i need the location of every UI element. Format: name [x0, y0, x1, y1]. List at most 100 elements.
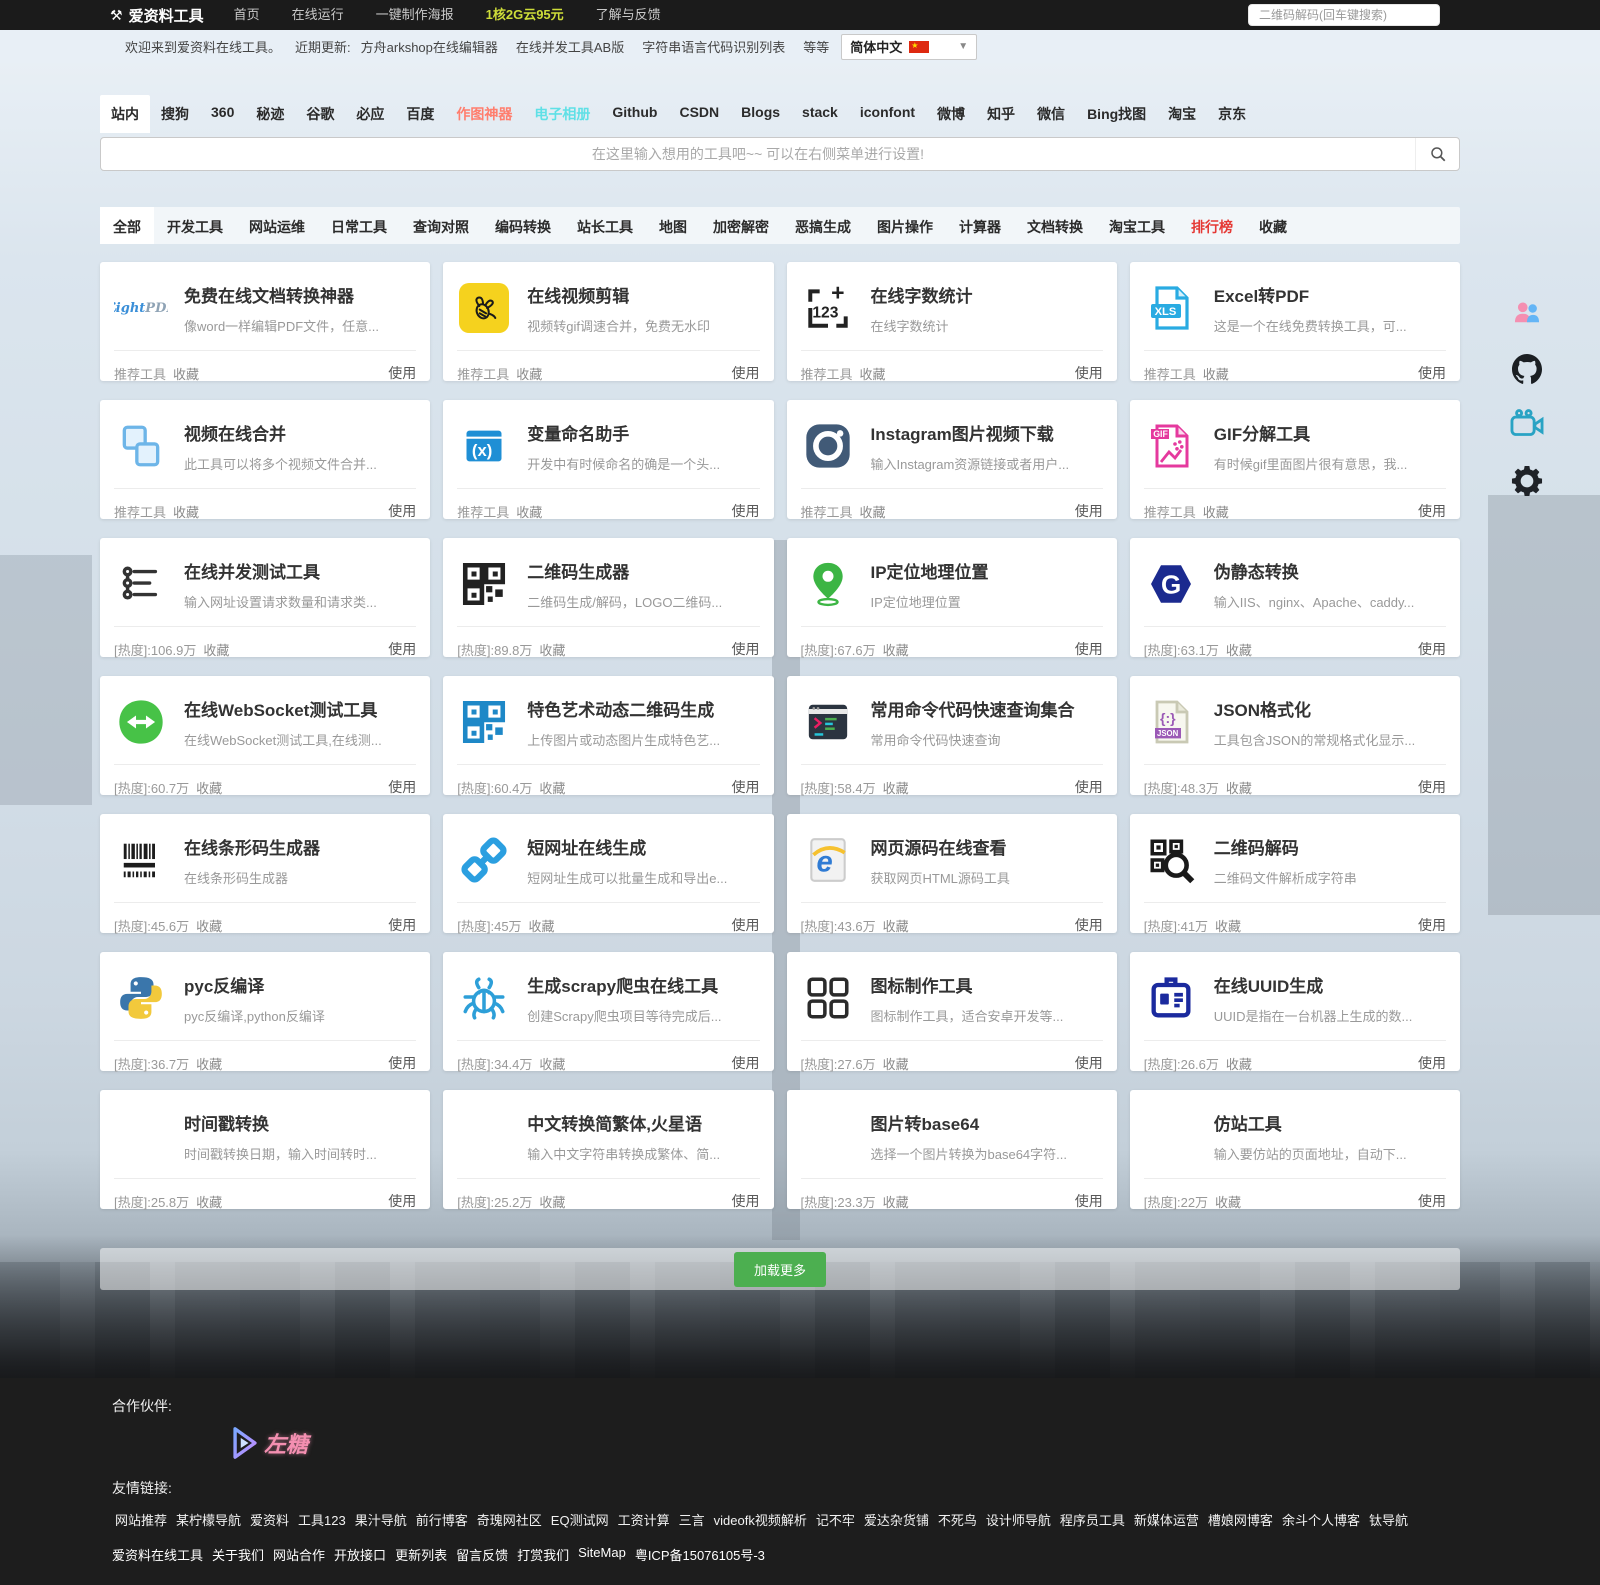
tool-card[interactable]: 特色艺术动态二维码生成上传图片或动态图片生成特色艺...[热度]:60.4万收藏…: [443, 676, 773, 795]
category-tab-计算器[interactable]: 计算器: [946, 207, 1014, 244]
use-link[interactable]: 使用: [1075, 501, 1103, 521]
use-link[interactable]: 使用: [388, 1191, 416, 1211]
tool-card[interactable]: pyc反编译pyc反编译,python反编译[热度]:36.7万收藏使用: [100, 952, 430, 1071]
favorite-link[interactable]: 收藏: [883, 640, 909, 659]
tool-card[interactable]: (x)变量命名助手开发中有时候命名的确是一个头...推荐工具收藏使用: [443, 400, 773, 519]
favorite-link[interactable]: 收藏: [1226, 1054, 1252, 1073]
category-tab-编码转换[interactable]: 编码转换: [482, 207, 564, 244]
tool-card[interactable]: 图片转base64选择一个图片转换为base64字符...[热度]:23.3万收…: [787, 1090, 1117, 1209]
favorite-link[interactable]: 收藏: [196, 1054, 222, 1073]
language-select[interactable]: 简体中文 ★ ▼: [841, 34, 977, 60]
engine-tab-秘迹[interactable]: 秘迹: [245, 95, 295, 133]
favorite-link[interactable]: 收藏: [173, 364, 199, 383]
tool-card[interactable]: 常用命令代码快速查询集合常用命令代码快速查询[热度]:58.4万收藏使用: [787, 676, 1117, 795]
category-tab-收藏[interactable]: 收藏: [1246, 207, 1300, 244]
use-link[interactable]: 使用: [1418, 1191, 1446, 1211]
partner-logo[interactable]: 左糖: [230, 1426, 308, 1460]
friend-link[interactable]: 余斗个人博客: [1282, 1510, 1360, 1529]
use-link[interactable]: 使用: [1418, 639, 1446, 659]
engine-tab-Github[interactable]: Github: [601, 95, 668, 133]
friend-link[interactable]: videofk视频解析: [714, 1510, 807, 1529]
friend-link[interactable]: EQ测试网: [551, 1510, 609, 1529]
category-tab-排行榜[interactable]: 排行榜: [1178, 207, 1246, 244]
category-tab-恶搞生成[interactable]: 恶搞生成: [782, 207, 864, 244]
tool-card[interactable]: 中文转换简繁体,火星语输入中文字符串转换成繁体、简...[热度]:25.2万收藏…: [443, 1090, 773, 1209]
use-link[interactable]: 使用: [388, 639, 416, 659]
engine-tab-Bing找图[interactable]: Bing找图: [1076, 95, 1157, 133]
footer-link[interactable]: 网站合作: [273, 1545, 325, 1564]
update-link[interactable]: 字符串语言代码识别列表: [642, 37, 785, 56]
site-logo[interactable]: ⚒ 爱资料工具: [110, 5, 204, 26]
favorite-link[interactable]: 收藏: [860, 502, 886, 521]
category-tab-加密解密[interactable]: 加密解密: [700, 207, 782, 244]
engine-tab-搜狗[interactable]: 搜狗: [150, 95, 200, 133]
favorite-link[interactable]: 收藏: [883, 778, 909, 797]
favorite-link[interactable]: 收藏: [1226, 778, 1252, 797]
engine-tab-CSDN[interactable]: CSDN: [668, 95, 730, 133]
use-link[interactable]: 使用: [1418, 777, 1446, 797]
engine-tab-站内[interactable]: 站内: [100, 95, 150, 133]
favorite-link[interactable]: 收藏: [196, 1192, 222, 1211]
update-link[interactable]: 在线并发工具AB版: [516, 37, 624, 56]
use-link[interactable]: 使用: [1075, 639, 1103, 659]
category-tab-网站运维[interactable]: 网站运维: [236, 207, 318, 244]
tool-card[interactable]: 在线UUID生成UUID是指在一台机器上生成的数...[热度]:26.6万收藏使…: [1130, 952, 1460, 1071]
engine-tab-stack[interactable]: stack: [791, 95, 849, 133]
use-link[interactable]: 使用: [1418, 915, 1446, 935]
use-link[interactable]: 使用: [1075, 363, 1103, 383]
friend-link[interactable]: 程序员工具: [1060, 1510, 1125, 1529]
favorite-link[interactable]: 收藏: [883, 1192, 909, 1211]
favorite-link[interactable]: 收藏: [883, 916, 909, 935]
use-link[interactable]: 使用: [1418, 363, 1446, 383]
friend-link[interactable]: 记不牢: [816, 1510, 855, 1529]
friend-link[interactable]: 网站推荐: [115, 1510, 167, 1529]
footer-link[interactable]: 更新列表: [395, 1545, 447, 1564]
nav-item[interactable]: 在线运行: [276, 0, 360, 30]
favorite-link[interactable]: 收藏: [196, 916, 222, 935]
friend-link[interactable]: 三言: [679, 1510, 705, 1529]
friend-link[interactable]: 工具123: [298, 1510, 346, 1529]
friend-link[interactable]: 前行博客: [416, 1510, 468, 1529]
use-link[interactable]: 使用: [1075, 1191, 1103, 1211]
engine-tab-微信[interactable]: 微信: [1026, 95, 1076, 133]
tool-card[interactable]: 视频在线合并此工具可以将多个视频文件合并...推荐工具收藏使用: [100, 400, 430, 519]
favorite-link[interactable]: 收藏: [516, 502, 542, 521]
footer-link[interactable]: 粤ICP备15076105号-3: [635, 1545, 765, 1564]
favorite-link[interactable]: 收藏: [1215, 916, 1241, 935]
search-button[interactable]: [1415, 138, 1459, 170]
engine-tab-必应[interactable]: 必应: [345, 95, 395, 133]
favorite-link[interactable]: 收藏: [529, 916, 555, 935]
tool-card[interactable]: Instagram图片视频下载输入Instagram资源链接或者用户...推荐工…: [787, 400, 1117, 519]
tool-card[interactable]: 二维码解码二维码文件解析成字符串[热度]:41万收藏使用: [1130, 814, 1460, 933]
engine-tab-谷歌[interactable]: 谷歌: [295, 95, 345, 133]
favorite-link[interactable]: 收藏: [539, 640, 565, 659]
nav-item[interactable]: 了解与反馈: [580, 0, 677, 30]
category-tab-站长工具[interactable]: 站长工具: [564, 207, 646, 244]
tool-card[interactable]: 仿站工具输入要仿站的页面地址，自动下...[热度]:22万收藏使用: [1130, 1090, 1460, 1209]
nav-item[interactable]: 一键制作海报: [360, 0, 470, 30]
tool-card[interactable]: 在线条形码生成器在线条形码生成器[热度]:45.6万收藏使用: [100, 814, 430, 933]
favorite-link[interactable]: 收藏: [1203, 364, 1229, 383]
category-tab-淘宝工具[interactable]: 淘宝工具: [1096, 207, 1178, 244]
category-tab-地图[interactable]: 地图: [646, 207, 700, 244]
engine-tab-电子相册[interactable]: 电子相册: [523, 95, 601, 133]
use-link[interactable]: 使用: [388, 777, 416, 797]
tool-card[interactable]: 生成scrapy爬虫在线工具创建Scrapy爬虫项目等待完成后...[热度]:3…: [443, 952, 773, 1071]
friend-link[interactable]: 钛导航: [1369, 1510, 1408, 1529]
friend-link[interactable]: 设计师导航: [986, 1510, 1051, 1529]
tool-card[interactable]: {:}JSONJSON格式化工具包含JSON的常规格式化显示...[热度]:48…: [1130, 676, 1460, 795]
friend-link[interactable]: 果汁导航: [355, 1510, 407, 1529]
category-tab-图片操作[interactable]: 图片操作: [864, 207, 946, 244]
favorite-link[interactable]: 收藏: [883, 1054, 909, 1073]
favorite-link[interactable]: 收藏: [1203, 502, 1229, 521]
use-link[interactable]: 使用: [732, 1053, 760, 1073]
engine-tab-作图神器[interactable]: 作图神器: [445, 95, 523, 133]
tool-card[interactable]: 在线WebSocket测试工具在线WebSocket测试工具,在线测...[热度…: [100, 676, 430, 795]
favorite-link[interactable]: 收藏: [539, 1054, 565, 1073]
favorite-link[interactable]: 收藏: [539, 778, 565, 797]
use-link[interactable]: 使用: [732, 1191, 760, 1211]
tool-card[interactable]: 时间戳转换时间戳转换日期，输入时间转时...[热度]:25.8万收藏使用: [100, 1090, 430, 1209]
tool-card[interactable]: IP定位地理位置IP定位地理位置[热度]:67.6万收藏使用: [787, 538, 1117, 657]
footer-link[interactable]: SiteMap: [578, 1545, 626, 1564]
category-tab-全部[interactable]: 全部: [100, 207, 154, 244]
